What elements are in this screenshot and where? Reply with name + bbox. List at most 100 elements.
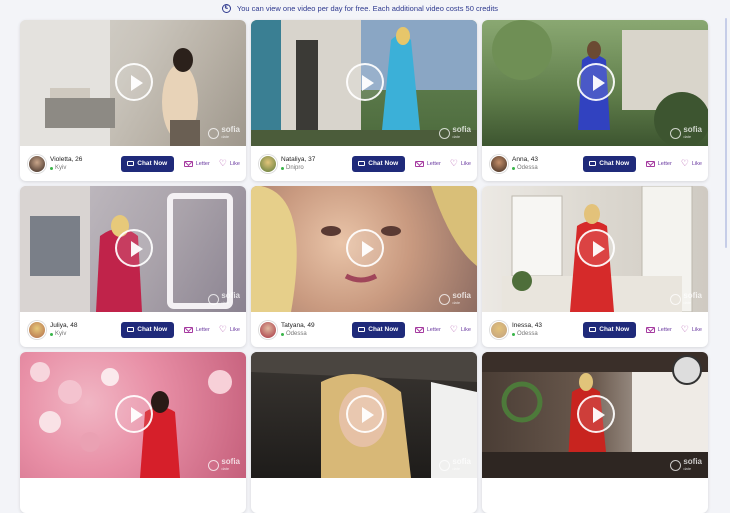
like-button[interactable]: ♡ Like: [681, 325, 702, 334]
avatar[interactable]: [259, 320, 277, 339]
profile-bar: Nataliya, 37 Dnipro Chat Now Letter ♡ Like: [251, 146, 477, 181]
chat-now-button[interactable]: Chat Now: [351, 321, 405, 338]
online-status-icon: [281, 332, 284, 336]
chat-now-button[interactable]: Chat Now: [351, 155, 405, 172]
video-card: sofia date Anna, 43 Odessa Chat Now Letter…: [482, 20, 708, 181]
sofia-date-watermark: sofia date: [208, 126, 240, 140]
letter-button[interactable]: Letter: [414, 326, 441, 333]
profile-bar: Inessa, 43 Odessa Chat Now Letter ♡ Like: [482, 312, 708, 347]
online-status-icon: [512, 166, 515, 170]
avatar[interactable]: [490, 154, 508, 173]
online-status-icon: [281, 166, 284, 170]
profile-city: Odessa: [517, 165, 538, 171]
play-icon[interactable]: [346, 63, 384, 101]
mail-icon: [183, 326, 193, 333]
notice-text: You can view one video per day for free.…: [236, 3, 499, 13]
sofia-date-watermark: sofia date: [439, 292, 471, 306]
profile-name[interactable]: Inessa, 43: [512, 322, 583, 329]
play-icon[interactable]: [115, 395, 153, 433]
like-button[interactable]: ♡ Like: [219, 325, 240, 334]
sofia-date-watermark: sofia date: [670, 126, 702, 140]
letter-button[interactable]: Letter: [183, 160, 210, 167]
letter-button[interactable]: Letter: [645, 326, 672, 333]
like-button[interactable]: ♡ Like: [450, 325, 471, 334]
play-icon[interactable]: [577, 395, 615, 433]
mail-icon: [183, 160, 193, 167]
play-icon[interactable]: [115, 63, 153, 101]
profile-city: Odessa: [517, 331, 538, 337]
sofia-date-watermark: sofia date: [670, 458, 702, 472]
sofia-date-watermark: sofia date: [208, 292, 240, 306]
heart-icon: ♡: [218, 158, 227, 168]
play-icon[interactable]: [577, 229, 615, 267]
video-thumbnail[interactable]: sofia date: [20, 186, 246, 312]
video-thumbnail[interactable]: sofia date: [251, 20, 477, 146]
mail-icon: [414, 160, 424, 167]
profile-name[interactable]: Violetta, 26: [50, 156, 121, 163]
profile-name[interactable]: Nataliya, 37: [281, 156, 352, 163]
video-card: sofia date: [482, 352, 708, 513]
video-card: sofia date Nataliya, 37 Dnipro Chat Now Le…: [251, 20, 477, 181]
video-thumbnail[interactable]: sofia date: [482, 352, 708, 478]
avatar[interactable]: [28, 320, 46, 339]
chat-icon: [589, 327, 597, 332]
heart-icon: ♡: [449, 324, 458, 334]
video-credits-notice: € You can view one video per day for fre…: [0, 0, 720, 16]
sofia-date-watermark: sofia date: [439, 458, 471, 472]
letter-button[interactable]: Letter: [183, 326, 210, 333]
video-thumbnail[interactable]: sofia date: [482, 20, 708, 146]
video-card: sofia date Violetta, 26 Kyiv Chat Now Lett…: [20, 20, 246, 181]
video-thumbnail[interactable]: sofia date: [251, 352, 477, 478]
heart-icon: ♡: [218, 324, 227, 334]
profile-city: Kyiv: [55, 165, 67, 171]
chat-now-button[interactable]: Chat Now: [582, 321, 636, 338]
online-status-icon: [512, 332, 515, 336]
page-scrollbar[interactable]: [722, 0, 730, 476]
video-thumbnail[interactable]: sofia date: [20, 20, 246, 146]
chat-icon: [127, 327, 135, 332]
info-icon: €: [221, 3, 231, 13]
play-icon[interactable]: [577, 63, 615, 101]
video-card: sofia date: [20, 352, 246, 513]
video-card: sofia date Inessa, 43 Odessa Chat Now Lett…: [482, 186, 708, 347]
profile-name[interactable]: Tatyana, 49: [281, 322, 352, 329]
letter-button[interactable]: Letter: [414, 160, 441, 167]
play-icon[interactable]: [346, 229, 384, 267]
sofia-date-watermark: sofia date: [670, 292, 702, 306]
mail-icon: [414, 326, 424, 333]
like-button[interactable]: ♡ Like: [219, 159, 240, 168]
profile-bar: Violetta, 26 Kyiv Chat Now Letter ♡ Like: [20, 146, 246, 181]
letter-button[interactable]: Letter: [645, 160, 672, 167]
chat-icon: [589, 161, 597, 166]
chat-now-button[interactable]: Chat Now: [120, 321, 174, 338]
profile-name[interactable]: Anna, 43: [512, 156, 583, 163]
heart-icon: ♡: [449, 158, 458, 168]
play-icon[interactable]: [346, 395, 384, 433]
heart-icon: ♡: [680, 324, 689, 334]
avatar[interactable]: [490, 320, 508, 339]
like-button[interactable]: ♡ Like: [681, 159, 702, 168]
profile-bar: Juliya, 48 Kyiv Chat Now Letter ♡ Like: [20, 312, 246, 347]
like-button[interactable]: ♡ Like: [450, 159, 471, 168]
sofia-date-watermark: sofia date: [208, 458, 240, 472]
chat-icon: [358, 327, 366, 332]
chat-now-button[interactable]: Chat Now: [582, 155, 636, 172]
avatar[interactable]: [259, 154, 277, 173]
heart-icon: ♡: [680, 158, 689, 168]
video-card: sofia date Tatyana, 49 Odessa Chat Now Let…: [251, 186, 477, 347]
profile-bar: Anna, 43 Odessa Chat Now Letter ♡ Like: [482, 146, 708, 181]
video-card: sofia date: [251, 352, 477, 513]
chat-icon: [358, 161, 366, 166]
online-status-icon: [50, 166, 53, 170]
video-thumbnail[interactable]: sofia date: [251, 186, 477, 312]
video-thumbnail[interactable]: sofia date: [482, 186, 708, 312]
profile-name[interactable]: Juliya, 48: [50, 322, 121, 329]
chat-icon: [127, 161, 135, 166]
video-card: sofia date Juliya, 48 Kyiv Chat Now Letter…: [20, 186, 246, 347]
video-thumbnail[interactable]: sofia date: [20, 352, 246, 478]
mail-icon: [645, 160, 655, 167]
play-icon[interactable]: [115, 229, 153, 267]
avatar[interactable]: [28, 154, 46, 173]
scrollbar-thumb[interactable]: [725, 18, 727, 248]
chat-now-button[interactable]: Chat Now: [120, 155, 174, 172]
